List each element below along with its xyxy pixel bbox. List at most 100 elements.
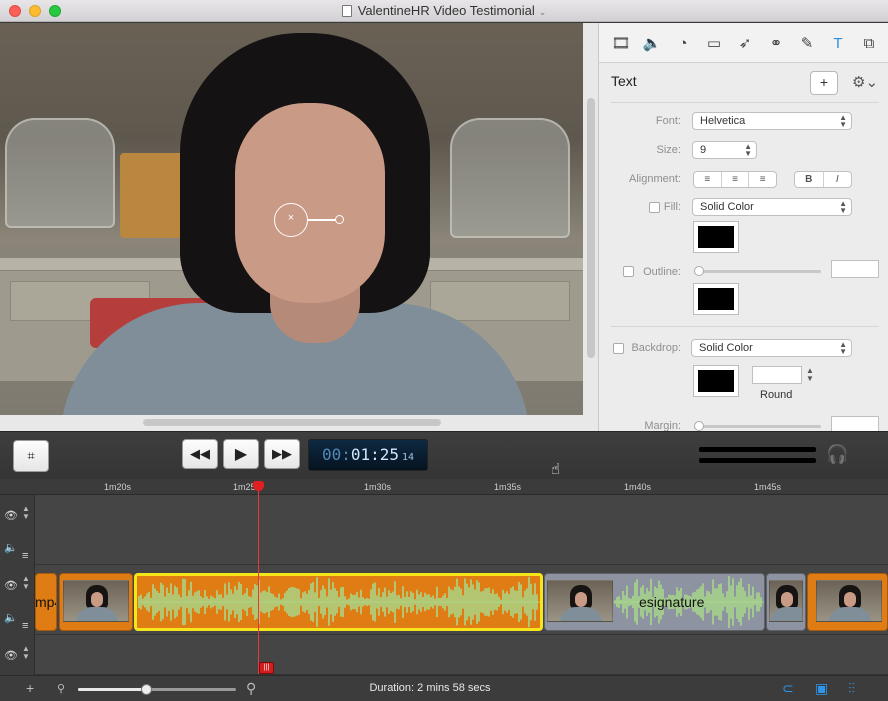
transform-icon[interactable]: ⧉ [858,33,880,53]
text-icon[interactable]: T [827,33,849,53]
screen-icon[interactable]: ▭ [703,33,725,53]
vertical-scrollbar[interactable] [587,98,595,358]
timeline-tracks[interactable]: 👁 ▲▼ 🔈 ≡ 👁 ▲▼ 🔈 ≡ 👁 ▲▼ mp4 esignatu [0,495,888,675]
timecode-display: 00:01:25 14 [308,439,428,471]
rewind-icon: ◀◀ [190,446,210,461]
timeline-ruler[interactable]: 1m20s 1m25s 1m30s 1m35s 1m40s 1m45s [0,479,888,495]
reorder-icon[interactable]: ▲ ▼ [22,645,30,661]
zoom-slider-knob[interactable] [141,684,152,695]
round-label: Round [760,389,793,401]
color-fill [698,288,734,310]
video-clip[interactable] [59,573,133,631]
add-track-icon[interactable]: + [26,680,34,696]
eye-icon[interactable]: 👁 [4,579,18,592]
crop-button[interactable]: ⌗ [13,440,49,472]
speaker-icon[interactable]: 🔈 [641,33,663,53]
rewind-button[interactable]: ◀◀ [182,439,218,469]
headphones-icon[interactable]: 🎧 [826,444,848,465]
margin-label: Margin: [644,420,681,431]
italic-button[interactable]: I [824,172,852,187]
stepper-icon[interactable]: ▲ ▼ [806,367,814,383]
cursor-icon[interactable]: ➶ [734,33,756,53]
reorder-icon[interactable]: ▲ ▼ [22,575,30,591]
play-button[interactable]: ▶ [223,439,259,469]
video-clip[interactable]: mp4 [35,573,57,631]
clip-label: esignature [639,594,705,610]
size-combo[interactable]: 9 ▲ ▼ [692,141,757,159]
outline-slider-knob[interactable] [694,266,704,276]
margin-slider-knob[interactable] [694,421,704,431]
outline-color-swatch[interactable] [693,283,739,315]
track-row[interactable] [0,635,888,675]
video-clip-esignature[interactable]: esignature [544,573,765,631]
align-left-icon[interactable]: ≡ [694,172,722,187]
margin-slider-track[interactable] [695,425,821,428]
outline-slider-track[interactable] [695,270,821,273]
fill-color-swatch[interactable] [693,221,739,253]
speaker-icon[interactable]: 🔈 [4,541,18,554]
eye-icon[interactable]: 👁 [4,509,18,522]
zoom-slider-fill [78,688,146,691]
video-clip[interactable] [766,573,806,631]
film-icon[interactable]: 🎞 [610,33,632,53]
video-frame[interactable]: × [0,23,583,415]
chevron-down-icon: ⌄ [538,7,547,17]
audio-waveform [138,576,540,628]
image-icon[interactable]: ▣ [815,680,828,697]
zoom-out-icon[interactable]: ⚲ [57,682,65,695]
alignment-control[interactable]: ≡ ≡ ≡ [693,171,777,188]
popup-arrows-icon: ▲ ▼ [839,199,847,215]
align-right-icon[interactable]: ≡ [749,172,776,187]
outline-width-field[interactable] [831,260,879,278]
playhead-line[interactable] [258,486,259,674]
eye-icon[interactable]: 👁 [4,649,18,662]
style-control[interactable]: B I [794,171,852,188]
round-field[interactable] [752,366,802,384]
bold-button[interactable]: B [795,172,824,187]
selected-audio-clip[interactable] [134,573,543,631]
clip-label: mp4 [35,594,56,610]
horizontal-scrollbar[interactable] [143,419,441,426]
font-popup[interactable]: Helvetica ▲ ▼ [692,112,852,130]
pen-icon[interactable]: ✎ [796,33,818,53]
playhead-bottom-handle[interactable]: ||| [259,662,274,674]
playback-toolbar: ⌗ ◀◀ ▶ ▶▶ 00:01:25 14 ☝ 🎧 [0,431,888,479]
title-bar: ValentineHR Video Testimonial ⌄ [0,0,888,22]
drawer [430,281,570,321]
speaker-icon[interactable]: 🔈 [4,611,18,624]
margin-field[interactable] [831,416,879,431]
magnet-icon[interactable]: ⊂ [782,680,794,697]
track-header: 👁 ▲ ▼ [0,635,35,675]
cake-stand [450,118,570,238]
rotation-handle[interactable]: × [274,203,308,237]
divider [611,102,879,103]
popup-arrows-icon: ▲ ▼ [744,142,752,158]
backdrop-popup[interactable]: Solid Color ▲ ▼ [691,339,852,357]
track-row[interactable] [0,495,888,565]
menu-icon[interactable]: ≡ [22,550,28,562]
audio-meter-left [699,447,816,452]
reorder-icon[interactable]: ▲ ▼ [22,505,30,521]
rotation-knob[interactable] [335,215,344,224]
outline-checkbox[interactable] [623,266,634,277]
window-title[interactable]: ValentineHR Video Testimonial ⌄ [0,3,888,18]
video-canvas[interactable]: × [0,23,598,431]
app-window: ValentineHR Video Testimonial ⌄ × 🎞 🔈 ◔ … [0,0,888,701]
clock-icon[interactable]: ◔ [672,33,694,53]
gear-icon[interactable]: ⚙⌄ [852,73,878,91]
handle-arm [308,219,336,221]
callout-icon[interactable]: ⚭ [765,33,787,53]
inspector-panel: 🎞 🔈 ◔ ▭ ➶ ⚭ ✎ T ⧉ Text + ⚙⌄ Font: Helvet… [598,23,888,431]
menu-icon[interactable]: ≡ [22,620,28,632]
hand-cursor-icon: ☝ [551,461,561,478]
zoom-in-icon[interactable]: ⚲ [246,680,256,697]
fill-popup[interactable]: Solid Color ▲ ▼ [692,198,852,216]
video-clip[interactable] [807,573,888,631]
backdrop-color-swatch[interactable] [693,365,739,397]
add-text-button[interactable]: + [810,71,838,95]
align-center-icon[interactable]: ≡ [722,172,750,187]
popup-arrows-icon: ▲ ▼ [839,340,847,356]
fast-forward-button[interactable]: ▶▶ [264,439,300,469]
fill-checkbox[interactable] [649,202,660,213]
waveform-icon[interactable]: ⫶⫶ [848,680,855,697]
